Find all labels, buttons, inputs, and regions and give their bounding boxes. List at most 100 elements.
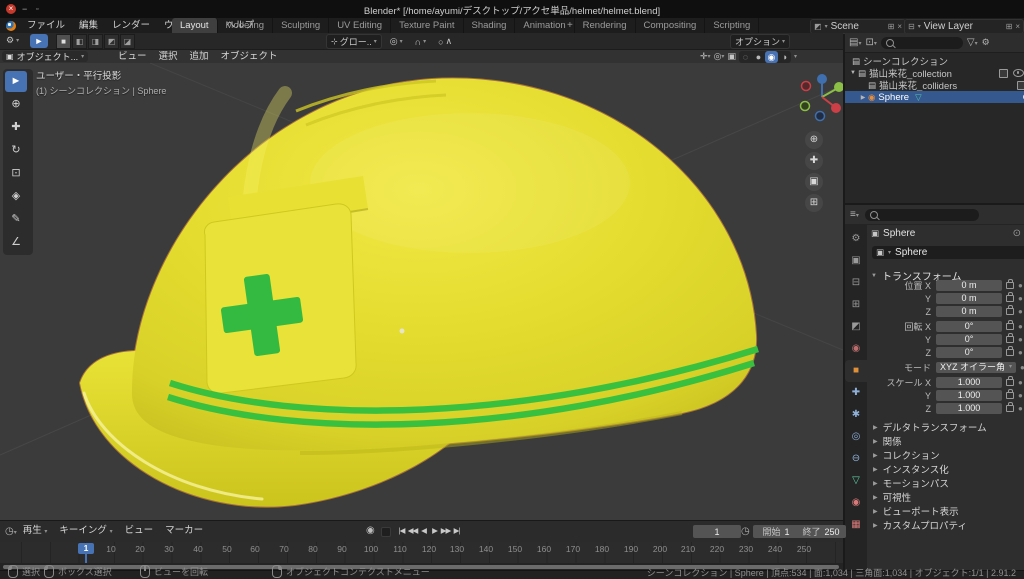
options-dropdown[interactable]: オプション▾ <box>730 34 790 49</box>
playhead[interactable]: 1 <box>78 543 94 554</box>
unlink-scene-icon[interactable]: × <box>897 22 902 31</box>
expand-caret-icon[interactable]: ▶ <box>859 94 867 101</box>
add-workspace-button[interactable]: + <box>560 18 580 33</box>
transform-orientation-dropdown[interactable]: ⊹ グロー.. ▾ <box>326 34 382 49</box>
workspace-tab[interactable]: Shading <box>464 18 516 33</box>
value-field[interactable]: 0 m <box>936 306 1002 317</box>
lock-icon[interactable] <box>1006 308 1014 315</box>
scale[interactable]: ⊡ <box>5 163 27 184</box>
auto-keying-record-icon[interactable]: ◉ <box>366 525 375 536</box>
animate-dot-icon[interactable]: ● <box>1018 281 1023 290</box>
measure[interactable]: ∠ <box>5 232 27 253</box>
outliner-editor-icon[interactable]: ▤▾ <box>849 37 861 48</box>
view-layer-selector[interactable]: ⊟▾ View Layer ⊞ × <box>904 19 1024 34</box>
value-field[interactable]: 0° <box>936 347 1002 358</box>
outliner-row-colliders[interactable]: ▤ 猫山来花_colliders <box>845 79 1024 91</box>
shading-wireframe[interactable]: ◌ <box>739 51 752 63</box>
scene-selector[interactable]: ◩▾ Scene ⊞ × <box>810 19 906 34</box>
properties-tab-object[interactable]: ■ <box>845 360 867 382</box>
properties-tab-physics[interactable]: ◎ <box>845 426 867 448</box>
current-frame-field[interactable]: 1 <box>693 525 741 538</box>
editor-type-button[interactable]: ⚙▾ <box>2 34 23 47</box>
jump-to-start[interactable]: |◀ <box>396 525 407 537</box>
properties-tab-modifiers[interactable]: ✚ <box>845 382 867 404</box>
viewport-canvas[interactable]: ユーザー・平行投影 (1) シーンコレクション | Sphere ►⊕✚↻⊡◈✎… <box>0 63 843 520</box>
orthographic-toggle[interactable]: ⊞ <box>805 194 823 212</box>
workspace-tab[interactable]: Layout <box>172 18 218 33</box>
xray-toggle[interactable]: ▣ <box>727 51 736 62</box>
lock-icon[interactable] <box>1006 349 1014 356</box>
play-reverse[interactable]: ◀ <box>418 525 429 537</box>
shading-solid[interactable]: ● <box>752 51 765 63</box>
workspace-tab[interactable]: Rendering <box>575 18 636 33</box>
panel-section-header[interactable]: ▶ 可視性 <box>867 490 1024 504</box>
move[interactable]: ✚ <box>5 117 27 138</box>
select-mode-button[interactable]: ◪ <box>120 34 135 49</box>
shading-material[interactable]: ◉ <box>765 51 778 63</box>
snap-toggle[interactable]: ∩▾ <box>411 35 430 48</box>
workspace-tab[interactable]: Texture Paint <box>391 18 463 33</box>
outliner-row-sphere[interactable]: ▶ ◉ Sphere ▽ <box>845 91 1024 103</box>
outliner-options-icon[interactable]: ⚙ <box>982 37 990 48</box>
properties-tab-tool[interactable]: ⚙ <box>845 228 867 250</box>
workspace-tab[interactable]: UV Editing <box>329 18 391 33</box>
select-mode-button[interactable]: ◩ <box>104 34 119 49</box>
select-mode-button[interactable]: ◧ <box>72 34 87 49</box>
lock-icon[interactable] <box>1006 295 1014 302</box>
lock-icon[interactable] <box>1006 379 1014 386</box>
lock-icon[interactable] <box>1006 336 1014 343</box>
properties-tab-render[interactable]: ▣ <box>845 250 867 272</box>
visibility-eye-icon[interactable] <box>1013 69 1024 77</box>
panel-section-header[interactable]: ▶ カスタムプロパティ <box>867 518 1024 532</box>
keying-set-box[interactable] <box>381 527 391 537</box>
value-field[interactable]: 0 m <box>936 280 1002 291</box>
lock-icon[interactable] <box>1006 323 1014 330</box>
properties-tab-texture[interactable]: ▦ <box>845 514 867 536</box>
jump-to-end[interactable]: ▶| <box>451 525 462 537</box>
pin-icon[interactable]: ⊙ <box>1013 228 1021 239</box>
properties-tab-constraints[interactable]: ⊖ <box>845 448 867 470</box>
panel-section-header[interactable]: ▶ デルタトランスフォーム <box>867 420 1024 434</box>
use-preview-range-icon[interactable]: ◷ <box>741 526 750 537</box>
animate-dot-icon[interactable]: ● <box>1020 363 1024 372</box>
rotation-mode-dropdown[interactable]: XYZ オイラー角 ▾ <box>936 362 1016 373</box>
value-field[interactable]: 1.000 <box>936 390 1002 401</box>
gizmo-z-axis[interactable] <box>817 74 827 84</box>
properties-search-input[interactable] <box>865 209 979 221</box>
mode-dropdown[interactable]: ▣ オブジェクト... ▾ <box>2 51 88 62</box>
gizmo-neg-x-axis[interactable] <box>802 82 811 91</box>
blender-logo-icon[interactable] <box>6 21 16 31</box>
gizmo-neg-y-axis[interactable] <box>801 102 810 111</box>
properties-tab-particles[interactable]: ✱ <box>845 404 867 426</box>
frame-start-field[interactable]: 開始 1 <box>753 525 799 538</box>
animate-dot-icon[interactable]: ● <box>1018 378 1023 387</box>
next-keyframe[interactable]: ▶▶ <box>440 525 451 537</box>
cursor[interactable]: ⊕ <box>5 94 27 115</box>
outliner-display-mode-icon[interactable]: ⊡▾ <box>865 37 876 48</box>
proportional-editing-toggle[interactable]: ○∧ <box>434 35 456 48</box>
gizmo-dropdown[interactable]: ✛▾ <box>700 51 711 62</box>
panel-section-header[interactable]: ▶ 関係 <box>867 434 1024 448</box>
workspace-tab[interactable]: Sculpting <box>273 18 329 33</box>
remove-view-layer-icon[interactable]: × <box>1015 22 1020 31</box>
timeline-ruler[interactable]: 1020304050607080901001101201301401501601… <box>0 542 843 563</box>
overlays-dropdown[interactable]: ◎▾ <box>714 51 725 62</box>
panel-section-header[interactable]: ▶ コレクション <box>867 448 1024 462</box>
properties-tab-material[interactable]: ◉ <box>845 492 867 514</box>
navigation-gizmo[interactable] <box>801 74 844 121</box>
animate-dot-icon[interactable]: ● <box>1018 335 1023 344</box>
outliner-search-input[interactable] <box>881 37 963 49</box>
workspace-tab[interactable]: Scripting <box>705 18 759 33</box>
value-field[interactable]: 0 m <box>936 293 1002 304</box>
select-mode-button[interactable]: ◨ <box>88 34 103 49</box>
play[interactable]: ▶ <box>429 525 440 537</box>
value-field[interactable]: 1.000 <box>936 377 1002 388</box>
shading-rendered[interactable]: ◑ <box>778 51 791 63</box>
gizmo-neg-z-axis[interactable] <box>816 112 825 121</box>
lock-icon[interactable] <box>1006 405 1014 412</box>
helmet-3d-object[interactable] <box>80 78 758 506</box>
value-field[interactable]: 0° <box>936 321 1002 332</box>
rotate[interactable]: ↻ <box>5 140 27 161</box>
lock-icon[interactable] <box>1006 282 1014 289</box>
prev-keyframe[interactable]: ◀◀ <box>407 525 418 537</box>
